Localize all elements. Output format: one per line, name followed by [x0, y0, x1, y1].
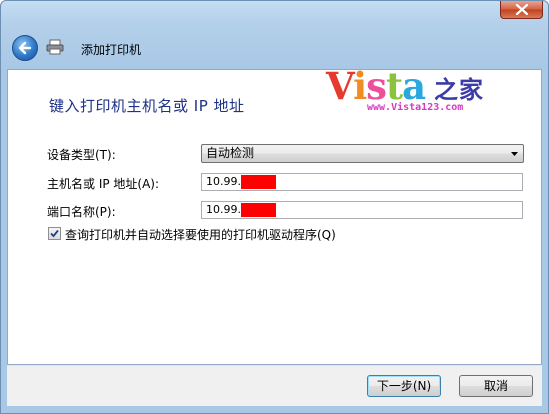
- logo-letter: V: [326, 64, 354, 108]
- port-name-input[interactable]: 10.99.: [201, 201, 523, 219]
- query-printer-label[interactable]: 查询打印机并自动选择要使用的打印机驱动程序(Q): [65, 226, 336, 243]
- close-icon: [515, 4, 529, 15]
- next-button[interactable]: 下一步(N): [367, 375, 441, 397]
- logo-url: www.Vista123.com: [367, 102, 464, 113]
- footer-bar: 下一步(N) 取消: [7, 366, 542, 406]
- printer-icon: [46, 39, 64, 55]
- device-type-value: 自动检测: [206, 146, 255, 160]
- port-name-label: 端口名称(P):: [47, 205, 116, 219]
- page-heading: 键入打印机主机名或 IP 地址: [49, 97, 245, 115]
- device-type-label: 设备类型(T):: [47, 148, 116, 162]
- port-name-value: 10.99.: [206, 203, 241, 216]
- hostname-input[interactable]: 10.99.: [201, 173, 523, 191]
- logo-letter: i: [353, 64, 367, 108]
- cancel-button[interactable]: 取消: [459, 375, 533, 397]
- close-button[interactable]: [500, 1, 543, 19]
- logo-chinese-text: 之家: [434, 76, 484, 104]
- content-panel: Vista 之家 www.Vista123.com 键入打印机主机名或 IP 地…: [7, 64, 542, 365]
- redaction-block: [241, 203, 276, 217]
- vista-logo: Vista 之家 www.Vista123.com: [321, 64, 511, 115]
- hostname-label: 主机名或 IP 地址(A):: [47, 177, 160, 191]
- checkmark-icon: [50, 229, 59, 238]
- back-arrow-icon: [18, 41, 32, 55]
- window-title: 添加打印机: [81, 43, 142, 57]
- back-button[interactable]: [12, 35, 38, 61]
- chevron-down-icon: [511, 152, 518, 156]
- hostname-value: 10.99.: [206, 175, 241, 188]
- redaction-block: [241, 175, 276, 189]
- add-printer-window: 添加打印机 Vista 之家 www.Vista123.com 键入打印机主机名…: [0, 0, 549, 414]
- query-printer-checkbox[interactable]: [48, 227, 61, 240]
- device-type-select[interactable]: 自动检测: [201, 144, 524, 163]
